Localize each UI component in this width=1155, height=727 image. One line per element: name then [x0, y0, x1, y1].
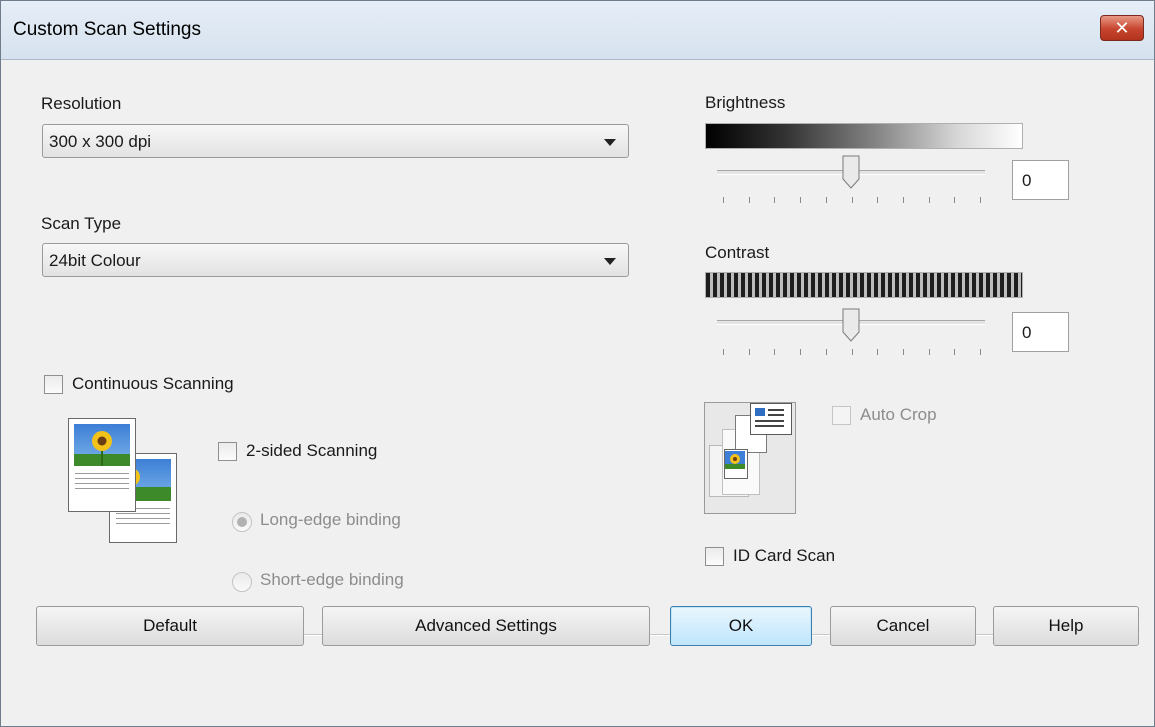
contrast-pattern-bar — [705, 272, 1023, 298]
custom-scan-settings-dialog: Custom Scan Settings ✕ Resolution 300 x … — [0, 0, 1155, 727]
id-card-scan-checkbox[interactable] — [705, 547, 724, 566]
long-edge-binding-radio[interactable] — [232, 512, 252, 532]
slider-tick — [749, 197, 750, 203]
continuous-scanning-label[interactable]: Continuous Scanning — [72, 374, 234, 394]
resolution-label: Resolution — [41, 94, 122, 113]
continuous-scanning-checkbox[interactable] — [44, 375, 63, 394]
close-icon: ✕ — [1114, 18, 1130, 38]
contrast-slider-ticks — [723, 349, 981, 357]
slider-tick — [826, 197, 827, 203]
slider-tick — [723, 349, 724, 355]
window-title: Custom Scan Settings — [13, 19, 201, 40]
title-bar[interactable]: Custom Scan Settings ✕ — [1, 1, 1154, 60]
brightness-value: 0 — [1022, 171, 1032, 190]
advanced-settings-button[interactable]: Advanced Settings — [322, 606, 650, 646]
contrast-label: Contrast — [705, 243, 770, 262]
two-sided-scanning-label[interactable]: 2-sided Scanning — [246, 441, 377, 461]
brightness-gradient-bar — [705, 123, 1023, 149]
slider-tick — [800, 349, 801, 355]
chevron-down-icon — [604, 139, 616, 146]
slider-tick — [852, 349, 853, 355]
ok-button[interactable]: OK — [670, 606, 812, 646]
slider-tick — [903, 197, 904, 203]
resolution-value: 300 x 300 dpi — [49, 132, 152, 151]
contrast-value-field[interactable]: 0 — [1012, 312, 1069, 352]
slider-tick — [903, 349, 904, 355]
brightness-label: Brightness — [705, 93, 786, 112]
slider-tick — [929, 197, 930, 203]
brightness-value-field[interactable]: 0 — [1012, 160, 1069, 200]
brightness-slider-thumb[interactable] — [842, 155, 860, 189]
chevron-down-icon — [604, 258, 616, 265]
slider-tick — [774, 349, 775, 355]
slider-tick — [749, 349, 750, 355]
contrast-slider-thumb[interactable] — [842, 308, 860, 342]
slider-tick — [774, 197, 775, 203]
slider-tick — [954, 197, 955, 203]
slider-tick — [980, 197, 981, 203]
short-edge-binding-radio[interactable] — [232, 572, 252, 592]
resolution-dropdown[interactable]: 300 x 300 dpi — [42, 124, 629, 158]
default-button[interactable]: Default — [36, 606, 304, 646]
two-sided-scanning-checkbox[interactable] — [218, 442, 237, 461]
slider-tick — [954, 349, 955, 355]
scan-type-dropdown[interactable]: 24bit Colour — [42, 243, 629, 277]
contrast-value: 0 — [1022, 323, 1032, 342]
slider-tick — [980, 349, 981, 355]
slider-tick — [877, 349, 878, 355]
auto-crop-checkbox[interactable] — [832, 406, 851, 425]
scan-type-label: Scan Type — [41, 214, 122, 233]
help-button[interactable]: Help — [993, 606, 1139, 646]
scan-type-value: 24bit Colour — [49, 251, 141, 270]
auto-crop-icon — [704, 402, 796, 514]
close-button[interactable]: ✕ — [1100, 15, 1144, 41]
slider-tick — [929, 349, 930, 355]
short-edge-binding-label[interactable]: Short-edge binding — [260, 570, 404, 590]
slider-tick — [800, 197, 801, 203]
slider-tick — [852, 197, 853, 203]
brightness-slider-ticks — [723, 197, 981, 205]
id-card-scan-label[interactable]: ID Card Scan — [733, 546, 835, 566]
long-edge-binding-label[interactable]: Long-edge binding — [260, 510, 401, 530]
slider-tick — [723, 197, 724, 203]
cancel-button[interactable]: Cancel — [830, 606, 976, 646]
slider-tick — [826, 349, 827, 355]
slider-tick — [877, 197, 878, 203]
auto-crop-label[interactable]: Auto Crop — [860, 405, 937, 425]
